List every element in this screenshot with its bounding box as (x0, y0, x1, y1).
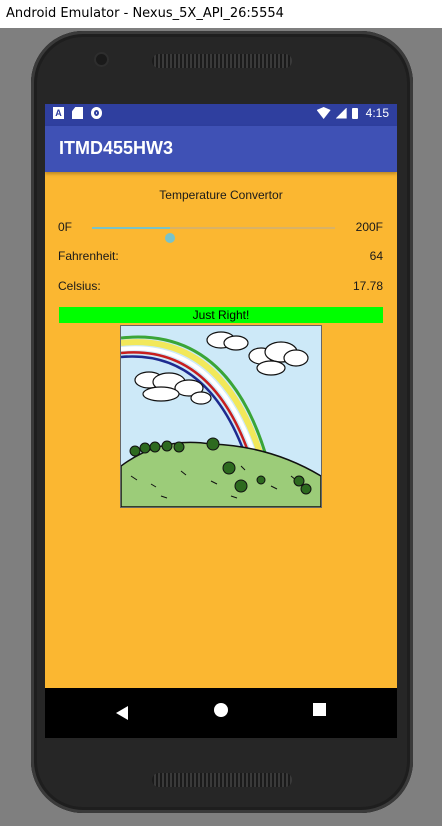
fahrenheit-label: Fahrenheit: (58, 249, 119, 263)
slider-max-label: 200F (355, 220, 383, 234)
slider-track-fill (92, 227, 170, 229)
fahrenheit-value: 64 (369, 249, 383, 263)
cell-signal-icon (335, 107, 347, 119)
home-icon[interactable] (214, 703, 228, 717)
celsius-row: Celsius: 17.78 (58, 279, 383, 293)
status-bar: A 4:15 (45, 104, 397, 126)
recents-icon[interactable] (313, 703, 326, 716)
app-bar: ITMD455HW3 (45, 126, 397, 172)
navigation-bar (45, 688, 397, 738)
slider-thumb[interactable] (164, 233, 175, 243)
slider-min-label: 0F (58, 220, 73, 234)
main-content: Temperature Convertor 0F 200F Fahrenheit… (45, 172, 397, 738)
rainbow-hill-icon (120, 325, 322, 508)
earpiece-speaker (152, 54, 292, 68)
back-icon[interactable] (116, 706, 128, 720)
temperature-slider-row: 0F 200F (45, 217, 397, 243)
emulator-window-title: Android Emulator - Nexus_5X_API_26:5554 (0, 0, 442, 28)
record-icon (91, 107, 102, 119)
sd-card-icon (72, 107, 83, 119)
device-screen: A 4:15 ITMD455HW3 Temperature Convertor … (45, 104, 397, 738)
battery-icon (351, 107, 358, 119)
front-camera-icon (96, 54, 107, 65)
celsius-label: Celsius: (58, 279, 101, 293)
page-heading: Temperature Convertor (159, 188, 283, 202)
bottom-speaker (152, 773, 292, 787)
celsius-value: 17.78 (352, 279, 383, 293)
status-clock: 4:15 (365, 106, 389, 120)
status-message: Just Right! (59, 307, 383, 323)
app-title: ITMD455HW3 (59, 138, 174, 158)
fahrenheit-row: Fahrenheit: 64 (58, 249, 383, 263)
wifi-icon (316, 107, 331, 119)
temperature-slider[interactable] (92, 227, 335, 243)
notification-a-icon: A (53, 107, 64, 119)
